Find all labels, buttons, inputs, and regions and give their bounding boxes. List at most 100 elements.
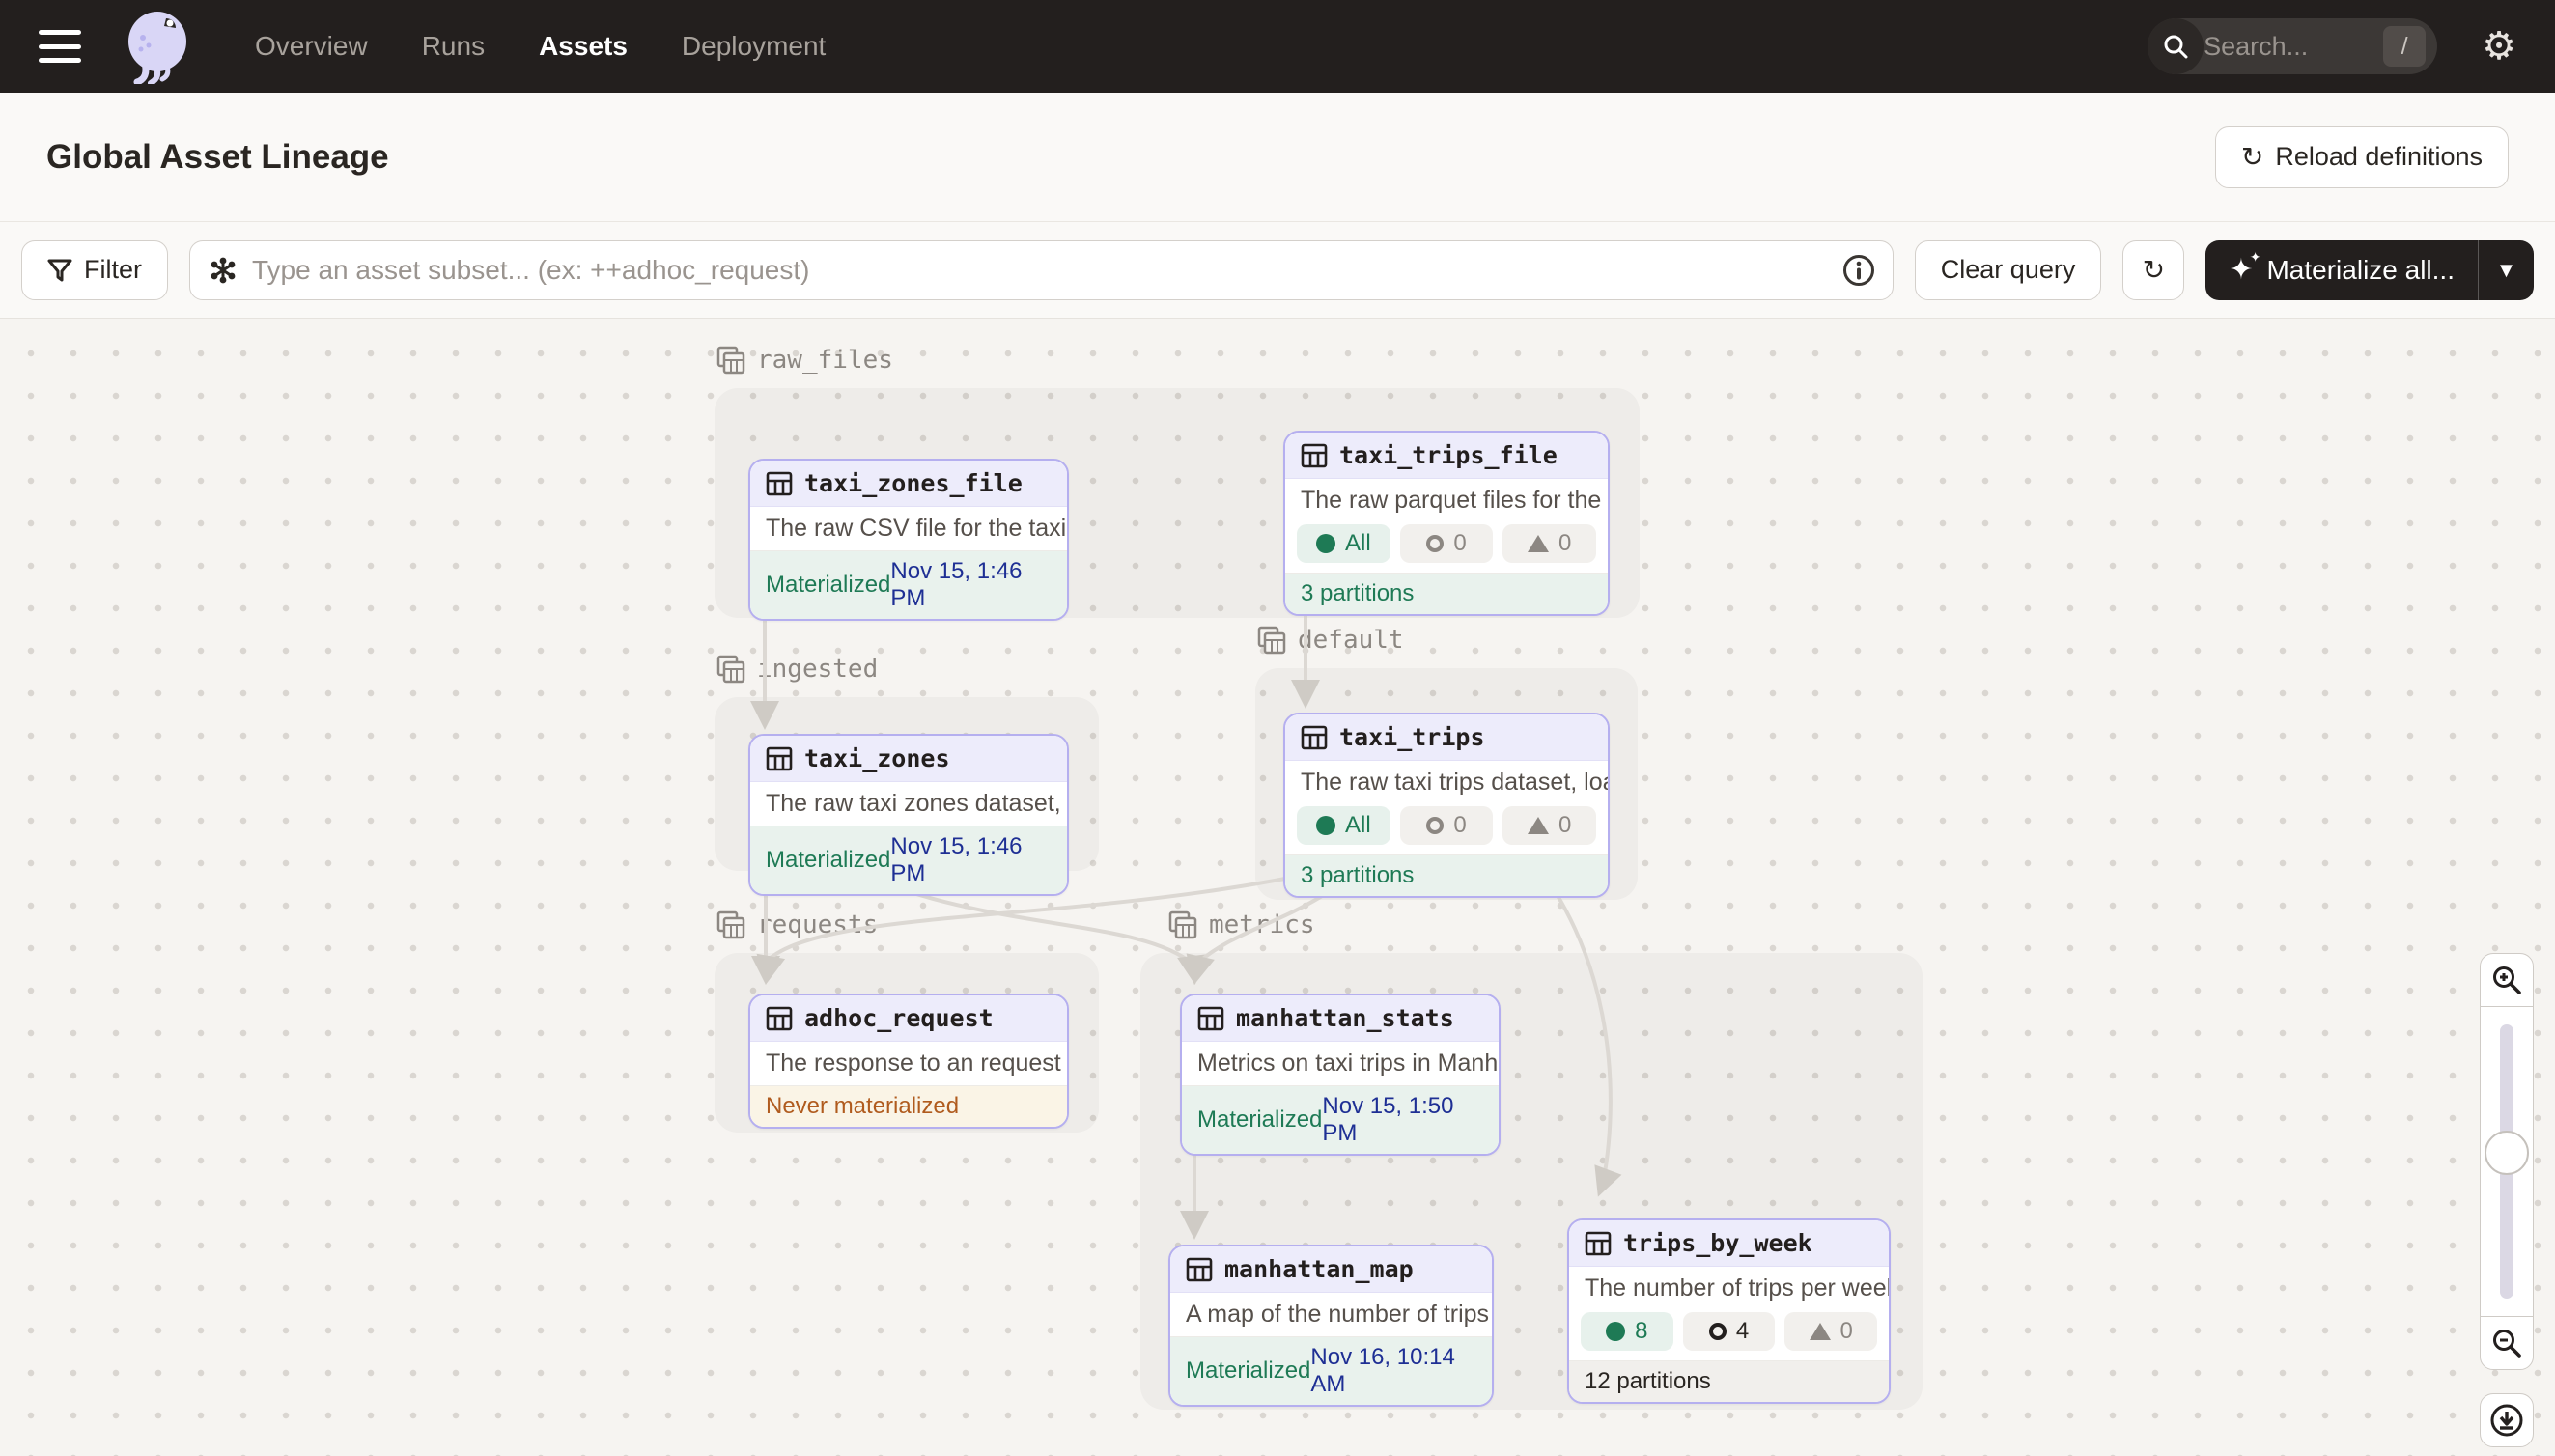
asset-description: The response to an request made in th... bbox=[750, 1042, 1067, 1085]
asset-node-taxi-trips-file[interactable]: taxi_trips_file The raw parquet files fo… bbox=[1283, 431, 1610, 616]
search-input[interactable] bbox=[2204, 32, 2348, 62]
asset-materialization-date[interactable]: Nov 15, 1:46 PM bbox=[890, 558, 1052, 612]
sparkle-icon: ✦ bbox=[2229, 256, 2253, 285]
asset-node-manhattan-map[interactable]: manhattan_map A map of the number of tri… bbox=[1168, 1245, 1494, 1407]
asset-materialization-date[interactable]: Nov 15, 1:46 PM bbox=[890, 833, 1052, 887]
download-image-button[interactable] bbox=[2480, 1393, 2534, 1447]
filter-button[interactable]: Filter bbox=[21, 240, 168, 300]
asset-description: The raw taxi zones dataset, loaded int..… bbox=[750, 782, 1067, 826]
materialized-dot-icon bbox=[1316, 816, 1335, 835]
asset-materialization-date[interactable]: Nov 16, 10:14 AM bbox=[1310, 1344, 1476, 1398]
table-icon bbox=[1186, 1256, 1213, 1283]
page-title: Global Asset Lineage bbox=[46, 138, 389, 177]
partitions-failed-pill[interactable]: 0 bbox=[1502, 806, 1596, 845]
asset-name: manhattan_stats bbox=[1236, 1004, 1454, 1032]
group-label-default[interactable]: default bbox=[1257, 626, 1404, 655]
refresh-icon: ↻ bbox=[2143, 257, 2165, 284]
table-icon bbox=[766, 470, 793, 497]
partitions-failed-pill[interactable]: 0 bbox=[1784, 1312, 1877, 1351]
asset-materialization-date[interactable]: Nov 15, 1:50 PM bbox=[1322, 1093, 1483, 1147]
search-icon bbox=[2148, 18, 2204, 74]
partitions-failed-pill[interactable]: 0 bbox=[1502, 524, 1596, 563]
group-label-requests[interactable]: requests bbox=[716, 910, 878, 939]
hamburger-menu-icon[interactable] bbox=[39, 30, 81, 63]
nav-runs[interactable]: Runs bbox=[422, 31, 485, 62]
asset-description: The raw CSV file for the taxi zones dat.… bbox=[750, 507, 1067, 550]
settings-gear-icon[interactable]: ⚙ bbox=[2482, 27, 2516, 66]
asset-node-adhoc-request[interactable]: adhoc_request The response to an request… bbox=[748, 994, 1069, 1129]
table-icon bbox=[1301, 442, 1328, 469]
asset-status: Materialized bbox=[1197, 1106, 1322, 1134]
asset-query-field[interactable] bbox=[189, 240, 1894, 300]
asset-group-icon bbox=[1168, 910, 1197, 939]
zoom-in-icon bbox=[2491, 965, 2522, 995]
lineage-toolbar: Filter Clear query ↻ ✦ Materialize all..… bbox=[0, 222, 2555, 319]
asset-name: adhoc_request bbox=[804, 1004, 994, 1032]
zoom-slider-thumb[interactable] bbox=[2485, 1131, 2529, 1175]
asset-node-manhattan-stats[interactable]: manhattan_stats Metrics on taxi trips in… bbox=[1180, 994, 1501, 1156]
asset-status: Never materialized bbox=[766, 1093, 959, 1120]
partitions-missing-pill[interactable]: 0 bbox=[1400, 806, 1494, 845]
asset-name: taxi_zones bbox=[804, 744, 950, 772]
primary-nav: Overview Runs Assets Deployment bbox=[255, 31, 826, 62]
asset-group-icon bbox=[1257, 626, 1286, 655]
asset-description: The raw taxi trips dataset, loaded into … bbox=[1285, 761, 1608, 804]
table-icon bbox=[1301, 724, 1328, 751]
group-label-raw-files[interactable]: raw_files bbox=[716, 346, 893, 375]
asset-node-taxi-zones-file[interactable]: taxi_zones_file The raw CSV file for the… bbox=[748, 459, 1069, 621]
nav-deployment[interactable]: Deployment bbox=[682, 31, 826, 62]
asset-name: trips_by_week bbox=[1623, 1229, 1812, 1257]
materialized-dot-icon bbox=[1316, 534, 1335, 553]
asset-description: A map of the number of trips per taxi z.… bbox=[1170, 1293, 1492, 1336]
table-icon bbox=[766, 1005, 793, 1032]
nav-overview[interactable]: Overview bbox=[255, 31, 368, 62]
materialize-all-split-button[interactable]: ✦ Materialize all... ▼ bbox=[2205, 240, 2534, 300]
refresh-button[interactable]: ↻ bbox=[2122, 240, 2184, 300]
asset-node-trips-by-week[interactable]: trips_by_week The number of trips per we… bbox=[1567, 1218, 1891, 1404]
asset-status: Materialized bbox=[766, 847, 890, 874]
partitions-materialized-pill[interactable]: All bbox=[1297, 524, 1390, 563]
info-icon[interactable] bbox=[1842, 254, 1875, 287]
asset-query-input[interactable] bbox=[252, 255, 1829, 286]
zoom-slider[interactable] bbox=[2480, 1007, 2534, 1316]
missing-ring-icon bbox=[1709, 1323, 1727, 1340]
top-navigation-bar: Overview Runs Assets Deployment / ⚙ bbox=[0, 0, 2555, 93]
table-icon bbox=[1197, 1005, 1224, 1032]
materialize-all-button[interactable]: ✦ Materialize all... bbox=[2205, 240, 2478, 300]
partitions-materialized-pill[interactable]: 8 bbox=[1581, 1312, 1673, 1351]
asset-group-icon bbox=[716, 346, 745, 375]
asset-group-icon bbox=[716, 655, 745, 684]
reload-icon: ↻ bbox=[2241, 144, 2263, 171]
partitions-missing-pill[interactable]: 4 bbox=[1683, 1312, 1776, 1351]
partitions-count: 3 partitions bbox=[1301, 862, 1414, 889]
group-label-ingested[interactable]: ingested bbox=[716, 655, 878, 684]
asset-node-taxi-zones[interactable]: taxi_zones The raw taxi zones dataset, l… bbox=[748, 734, 1069, 896]
global-search[interactable]: / bbox=[2148, 18, 2437, 74]
lineage-canvas[interactable]: raw_files ingested default requests metr… bbox=[0, 319, 2555, 1456]
missing-ring-icon bbox=[1426, 817, 1444, 834]
materialize-dropdown-caret[interactable]: ▼ bbox=[2478, 240, 2534, 300]
asset-description: The raw parquet files for the taxi trips… bbox=[1285, 479, 1608, 522]
asset-group-icon bbox=[716, 910, 745, 939]
failed-triangle-icon bbox=[1528, 535, 1549, 552]
missing-ring-icon bbox=[1426, 535, 1444, 552]
reload-definitions-button[interactable]: ↻ Reload definitions bbox=[2215, 126, 2509, 188]
asset-node-taxi-trips[interactable]: taxi_trips The raw taxi trips dataset, l… bbox=[1283, 713, 1610, 898]
materialized-dot-icon bbox=[1606, 1322, 1625, 1341]
asset-graph-icon bbox=[208, 255, 239, 286]
failed-triangle-icon bbox=[1528, 817, 1549, 834]
nav-assets[interactable]: Assets bbox=[539, 31, 628, 62]
asset-name: taxi_trips_file bbox=[1339, 441, 1558, 469]
page-header: Global Asset Lineage ↻ Reload definition… bbox=[0, 93, 2555, 222]
table-icon bbox=[1585, 1230, 1612, 1257]
partitions-count: 3 partitions bbox=[1301, 580, 1414, 607]
zoom-controls bbox=[2480, 953, 2534, 1447]
partitions-missing-pill[interactable]: 0 bbox=[1400, 524, 1494, 563]
dagster-logo[interactable] bbox=[122, 9, 193, 84]
clear-query-button[interactable]: Clear query bbox=[1915, 240, 2102, 300]
zoom-in-button[interactable] bbox=[2480, 953, 2534, 1007]
partitions-count: 12 partitions bbox=[1585, 1368, 1711, 1395]
zoom-out-button[interactable] bbox=[2480, 1316, 2534, 1370]
partitions-materialized-pill[interactable]: All bbox=[1297, 806, 1390, 845]
group-label-metrics[interactable]: metrics bbox=[1168, 910, 1315, 939]
